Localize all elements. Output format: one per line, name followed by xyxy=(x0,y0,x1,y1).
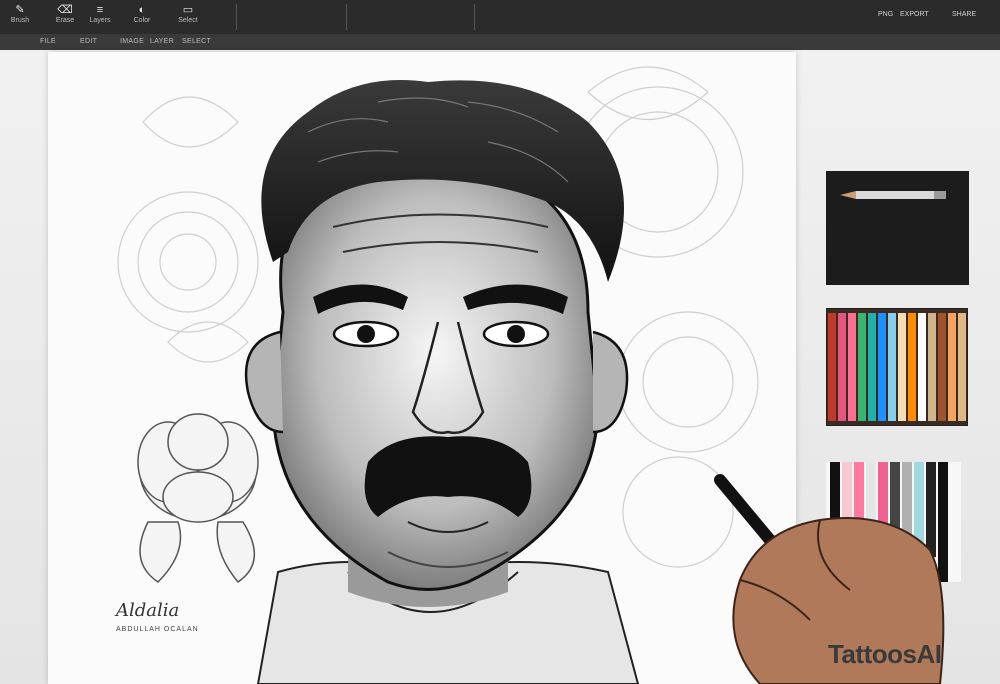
colored-pencils xyxy=(828,313,966,421)
menu-file[interactable]: FILE xyxy=(40,38,56,45)
select-icon: ▭ xyxy=(182,4,194,16)
colored-pencil xyxy=(838,313,846,421)
select-tool-button[interactable]: ▭ Select xyxy=(166,4,210,25)
colored-pencil-box xyxy=(826,308,968,426)
colored-pencil xyxy=(938,313,946,421)
colored-pencil xyxy=(828,313,836,421)
eraser-tool-button[interactable]: ⌫ Erase xyxy=(45,4,85,25)
colored-pencil xyxy=(848,313,856,421)
flower-illustration xyxy=(137,413,259,583)
format-tag[interactable]: PNG xyxy=(878,11,893,18)
colored-pencil xyxy=(948,313,956,421)
eraser-icon: ⌫ xyxy=(57,4,73,16)
menu-image[interactable]: IMAGE xyxy=(120,38,144,45)
black-notepad xyxy=(826,171,969,285)
menu-strip: FILE EDIT IMAGE LAYER SELECT xyxy=(0,34,1000,50)
colored-pencil xyxy=(918,313,926,421)
colored-pencil xyxy=(898,313,906,421)
colored-pencil xyxy=(858,313,866,421)
colored-pencil xyxy=(928,313,936,421)
toolbar-divider xyxy=(474,4,475,30)
layers-icon: ≡ xyxy=(96,4,104,16)
pencil-on-pad-icon xyxy=(840,191,946,199)
color-tool-button[interactable]: ◐ Color xyxy=(122,4,162,25)
export-button[interactable]: EXPORT xyxy=(900,11,929,18)
signature-caption: ABDULLAH OCALAN xyxy=(116,626,199,633)
brand-watermark: TattoosAI xyxy=(828,639,942,669)
app-toolbar: ✎ Brush ⌫ Erase ≡ Layers ◐ Color ▭ Selec… xyxy=(0,0,1000,34)
colored-pencil xyxy=(878,313,886,421)
colored-pencil xyxy=(868,313,876,421)
menu-edit[interactable]: EDIT xyxy=(80,38,97,45)
colored-pencil xyxy=(908,313,916,421)
toolbar-divider xyxy=(346,4,347,30)
portrait-drawing xyxy=(117,66,759,684)
layers-tool-button[interactable]: ≡ Layers xyxy=(80,4,120,25)
toolbar-divider xyxy=(236,4,237,30)
palette-icon: ◐ xyxy=(138,4,146,16)
colored-pencil xyxy=(958,313,966,421)
brush-tool-button[interactable]: ✎ Brush xyxy=(0,4,40,25)
brush-icon: ✎ xyxy=(15,4,25,16)
menu-select[interactable]: SELECT xyxy=(182,38,211,45)
share-button[interactable]: SHARE xyxy=(952,11,976,18)
artist-signature: Aldalia xyxy=(116,600,180,621)
menu-layer[interactable]: LAYER xyxy=(150,38,174,45)
colored-pencil xyxy=(888,313,896,421)
